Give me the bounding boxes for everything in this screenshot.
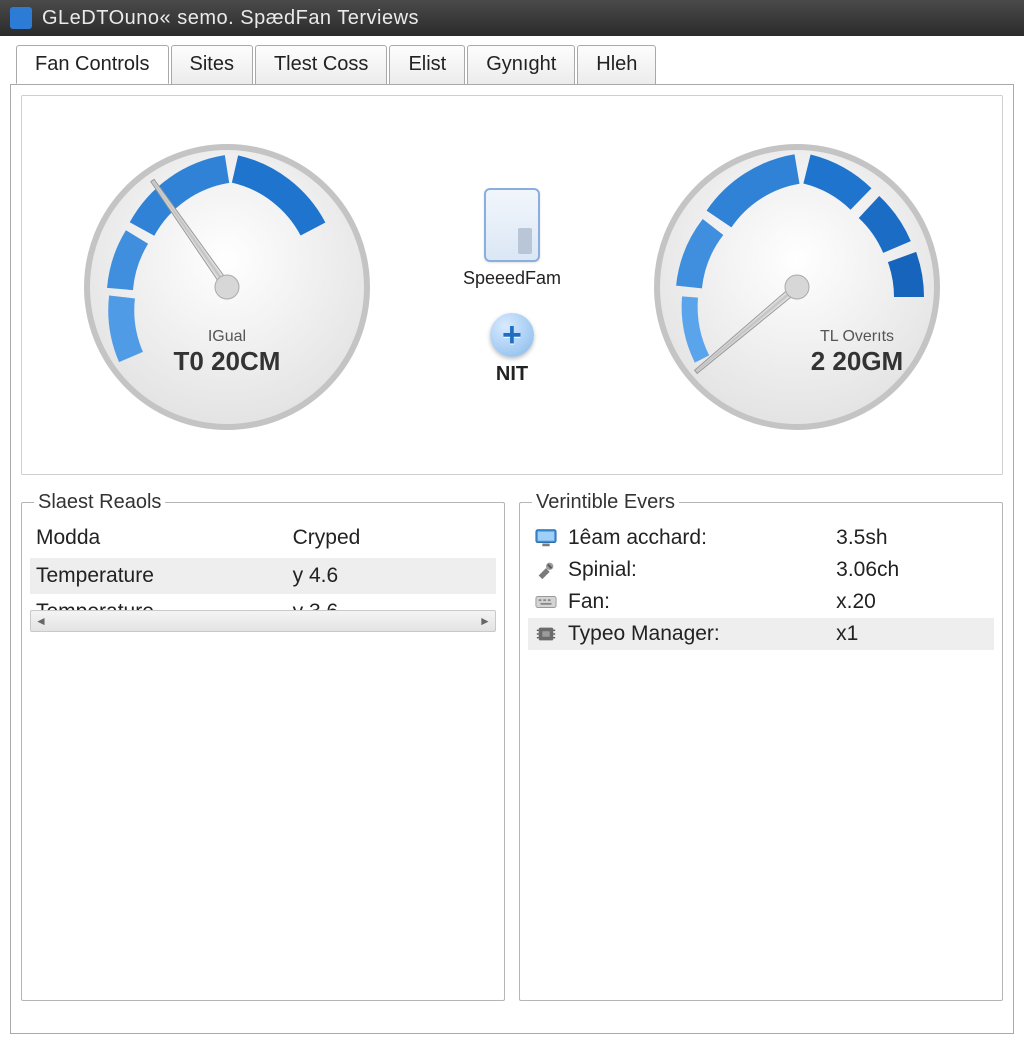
gauge-left-labels: IGual T0 20CM: [77, 328, 377, 377]
evers-row3-label: Fan:: [568, 590, 826, 614]
window-title: GLeDTOuno« semo. SpædFan Terviews: [42, 7, 419, 30]
reaols-col-modda[interactable]: Modda: [36, 526, 293, 550]
center-column: SpeeedFam + NIT: [463, 188, 561, 386]
list-item[interactable]: Typeo Manager: x1: [528, 618, 994, 650]
table-row[interactable]: Temperature y 4.6: [30, 558, 496, 594]
tower-icon: [484, 188, 540, 262]
panel-slaest-reaols-title: Slaest Reaols: [34, 491, 165, 514]
evers-row2-value: 3.06ch: [836, 558, 988, 582]
panel-verintible-evers-title: Verintible Evers: [532, 491, 679, 514]
reaols-row1-c1: Temperature: [36, 564, 293, 588]
gauge-left-sub: IGual: [77, 328, 377, 346]
evers-row4-label: Typeo Manager:: [568, 622, 826, 646]
chip-icon: [534, 623, 558, 645]
gauge-box: IGual T0 20CM SpeeedFam + NIT: [21, 95, 1003, 475]
keyboard-icon: [534, 591, 558, 613]
gauge-left: IGual T0 20CM: [77, 137, 377, 437]
scroll-left-arrow-icon[interactable]: ◄: [31, 614, 51, 628]
center-item-speedfam-label: SpeeedFam: [463, 268, 561, 289]
tab-gynight[interactable]: Gynıght: [467, 45, 575, 84]
gauge-right-value: 2 20GM: [767, 346, 947, 377]
tab-hleh[interactable]: Hleh: [577, 45, 656, 84]
panel-verintible-evers: Verintible Evers 1êam acchard: 3.5sh Spi…: [519, 491, 1003, 1001]
horizontal-scrollbar[interactable]: ◄ ►: [30, 610, 496, 632]
gauge-right-labels: TL Overıts 2 20GM: [767, 328, 947, 377]
plus-icon: +: [490, 313, 534, 357]
list-item[interactable]: Spinial: 3.06ch: [528, 554, 994, 586]
evers-row1-label: 1êam acchard:: [568, 526, 826, 550]
center-item-nit-label: NIT: [496, 363, 528, 386]
reaols-header: Modda Cryped: [30, 522, 496, 558]
center-item-speedfam[interactable]: SpeeedFam: [463, 188, 561, 289]
tab-strip: Fan Controls Sites Tlest Coss Elist Gynı…: [16, 44, 1014, 84]
gauge-left-value: T0 20CM: [77, 346, 377, 377]
tab-fan-controls[interactable]: Fan Controls: [16, 45, 169, 84]
tab-panel: IGual T0 20CM SpeeedFam + NIT: [10, 84, 1014, 1034]
gauge-right-sub: TL Overıts: [767, 328, 947, 346]
panel-slaest-reaols: Slaest Reaols Modda Cryped Temperature y…: [21, 491, 505, 1001]
evers-row2-label: Spinial:: [568, 558, 826, 582]
reaols-col-cryped[interactable]: Cryped: [293, 526, 490, 550]
reaols-row1-c2: y 4.6: [293, 564, 490, 588]
tab-elist[interactable]: Elist: [389, 45, 465, 84]
titlebar: GLeDTOuno« semo. SpædFan Terviews: [0, 0, 1024, 36]
center-item-nit[interactable]: + NIT: [490, 313, 534, 386]
tab-sites[interactable]: Sites: [171, 45, 253, 84]
evers-row1-value: 3.5sh: [836, 526, 988, 550]
scroll-right-arrow-icon[interactable]: ►: [475, 614, 495, 628]
tab-tlest-coss[interactable]: Tlest Coss: [255, 45, 387, 84]
list-item[interactable]: Fan: x.20: [528, 586, 994, 618]
tool-icon: [534, 559, 558, 581]
gauge-right: TL Overıts 2 20GM: [647, 137, 947, 437]
evers-row4-value: x1: [836, 622, 988, 646]
monitor-icon: [534, 527, 558, 549]
evers-row3-value: x.20: [836, 590, 988, 614]
app-icon: [10, 7, 32, 29]
content-area: Fan Controls Sites Tlest Coss Elist Gynı…: [0, 36, 1024, 1042]
lower-panels: Slaest Reaols Modda Cryped Temperature y…: [21, 491, 1003, 1001]
list-item[interactable]: 1êam acchard: 3.5sh: [528, 522, 994, 554]
